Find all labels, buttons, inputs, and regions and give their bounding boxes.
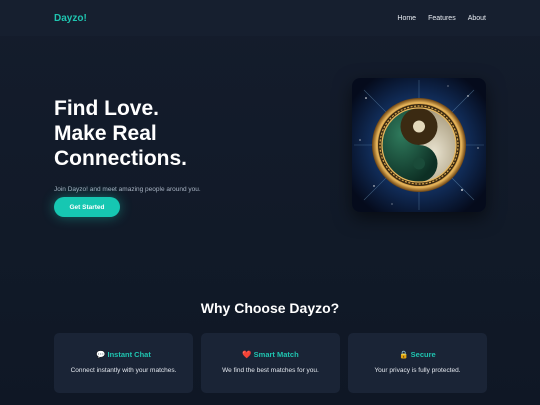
feature-card-title: 🔒 Secure: [348, 350, 487, 359]
feature-card-smart-match: ❤️ Smart Match We find the best matches f…: [201, 333, 340, 393]
lock-icon: 🔒: [399, 350, 409, 359]
speech-bubble-icon: 💬: [96, 350, 106, 359]
hero-title-line-1: Find Love.: [54, 97, 159, 120]
yin-yang-emblem-image: [352, 78, 486, 212]
nav-links: Home Features About: [397, 15, 486, 22]
feature-card-title: ❤️ Smart Match: [201, 350, 340, 359]
feature-card-title: 💬 Instant Chat: [54, 350, 193, 359]
feature-card-description: Your privacy is fully protected.: [374, 367, 461, 374]
hero-yin-yang-image: [352, 78, 486, 212]
nav-link-features[interactable]: Features: [428, 15, 456, 22]
heart-icon: ❤️: [242, 350, 252, 359]
hero-title-line-3: Connections.: [54, 147, 188, 170]
features-heading: Why Choose Dayzo?: [200, 300, 340, 316]
hero-subtitle: Join Dayzo! and meet amazing people arou…: [54, 186, 201, 193]
feature-card-description: We find the best matches for you.: [222, 367, 319, 374]
feature-title-text: Smart Match: [253, 350, 299, 359]
feature-card-secure: 🔒 Secure Your privacy is fully protected.: [348, 333, 487, 393]
brand-logo[interactable]: Dayzo!: [54, 13, 87, 24]
feature-title-text: Instant Chat: [107, 350, 151, 359]
feature-title-text: Secure: [410, 350, 436, 359]
feature-card-instant-chat: 💬 Instant Chat Connect instantly with you…: [54, 333, 193, 393]
feature-card-description: Connect instantly with your matches.: [70, 367, 177, 374]
navbar: Dayzo! Home Features About: [0, 0, 540, 36]
nav-link-about[interactable]: About: [468, 15, 486, 22]
hero-title: Find Love. Make Real Connections.: [54, 96, 314, 171]
nav-link-home[interactable]: Home: [397, 15, 416, 22]
hero-title-line-2: Make Real: [54, 122, 157, 145]
get-started-button[interactable]: Get Started: [54, 197, 120, 217]
